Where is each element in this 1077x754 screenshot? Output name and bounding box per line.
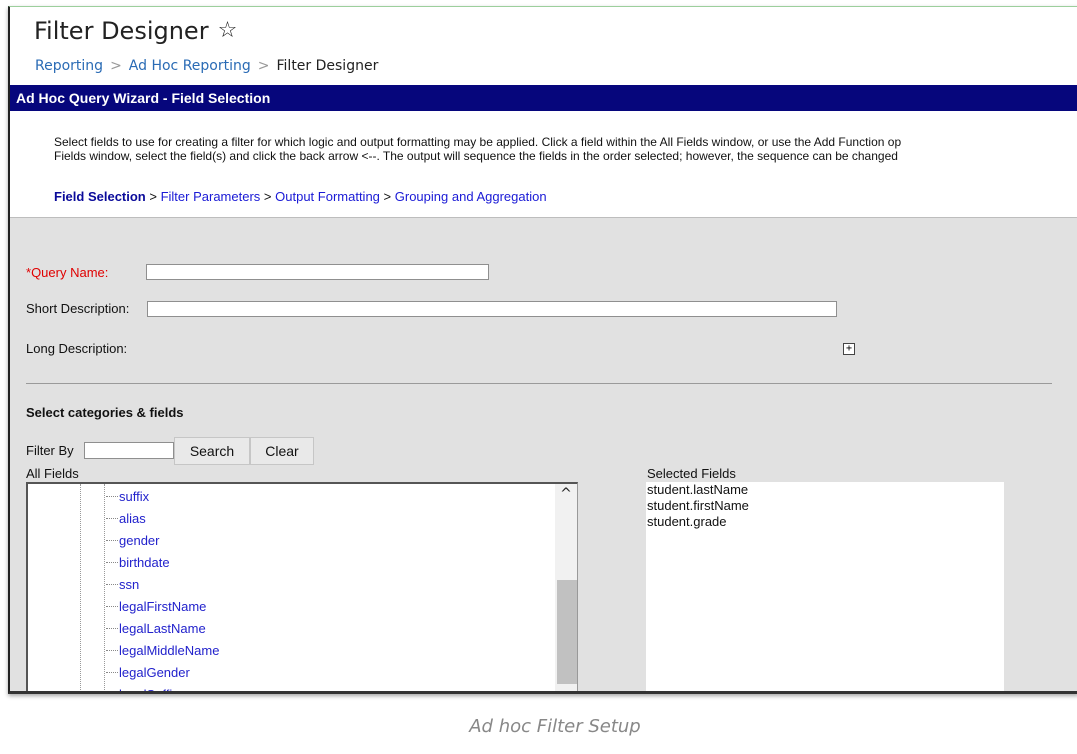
tree-item-label[interactable]: legalGender [119, 665, 190, 680]
page-title: Filter Designer [34, 17, 209, 45]
search-button[interactable]: Search [174, 437, 250, 465]
tree-guide-line [80, 484, 81, 691]
selected-fields-list[interactable]: student.lastName student.firstName stude… [646, 482, 1004, 691]
clear-button[interactable]: Clear [250, 437, 314, 465]
tree-connector [106, 649, 118, 651]
tree-connector [106, 671, 118, 673]
selected-fields-label: Selected Fields [647, 466, 736, 481]
all-fields-tree[interactable]: suffix alias gender birthdate ssn legalF… [26, 482, 578, 695]
tree-item[interactable]: ssn [106, 573, 139, 595]
intro-text: Select fields to use for creating a filt… [54, 135, 901, 163]
tree-item-label[interactable]: legalSuffix [119, 687, 179, 692]
selected-field-item[interactable]: student.lastName [646, 482, 1004, 498]
selected-field-item[interactable]: student.grade [646, 514, 1004, 530]
query-name-input[interactable] [146, 264, 489, 280]
selected-field-item[interactable]: student.firstName [646, 498, 1004, 514]
long-description-label: Long Description: [26, 341, 128, 356]
all-fields-label: All Fields [26, 466, 79, 481]
tree-item-label[interactable]: legalFirstName [119, 599, 206, 614]
step-separator: > [149, 189, 157, 204]
short-description-input[interactable] [147, 301, 837, 317]
expand-plus-icon[interactable]: + [843, 343, 855, 355]
tree-item-label[interactable]: birthdate [119, 555, 170, 570]
tree-item-label[interactable]: legalMiddleName [119, 643, 219, 658]
image-caption: Ad hoc Filter Setup [469, 716, 641, 737]
query-form: *Query Name: Short Description: Long Des… [10, 218, 1077, 695]
tree-item-label[interactable]: legalLastName [119, 621, 206, 636]
step-grouping-aggregation[interactable]: Grouping and Aggregation [395, 189, 547, 204]
query-name-label: *Query Name: [26, 265, 108, 280]
tree-item-label[interactable]: suffix [119, 489, 149, 504]
tree-connector [106, 495, 118, 497]
all-fields-scrollbar[interactable]: ^ [555, 484, 577, 691]
tree-item-label[interactable]: ssn [119, 577, 139, 592]
chevron-right-icon: > [257, 58, 270, 74]
step-separator: > [263, 189, 272, 204]
step-output-formatting[interactable]: Output Formatting [275, 189, 380, 204]
tree-item[interactable]: legalFirstName [106, 595, 206, 617]
page-header: Filter Designer ☆ Reporting > Ad Hoc Repor… [10, 7, 1077, 85]
tree-item[interactable]: gender [106, 529, 159, 551]
chevron-right-icon: > [110, 58, 122, 74]
filter-by-label: Filter By [26, 443, 74, 458]
intro-line-2: Fields window, select the field(s) and c… [54, 149, 898, 163]
tree-connector [106, 583, 118, 585]
breadcrumb-ad-hoc-reporting[interactable]: Ad Hoc Reporting [129, 58, 251, 74]
wizard-title-bar: Ad Hoc Query Wizard - Field Selection [10, 85, 1077, 111]
chevron-up-icon[interactable]: ^ [555, 486, 577, 502]
divider [26, 383, 1052, 384]
tree-connector [106, 605, 118, 607]
tree-item[interactable]: legalMiddleName [106, 639, 219, 661]
tree-item[interactable]: legalLastName [106, 617, 206, 639]
breadcrumb: Reporting > Ad Hoc Reporting > Filter Design… [35, 58, 378, 74]
tree-connector [106, 694, 118, 695]
tree-item-label[interactable]: alias [119, 511, 146, 526]
tree-item-label[interactable]: gender [119, 533, 159, 548]
section-title: Select categories & fields [26, 405, 184, 420]
page-title-row: Filter Designer ☆ [34, 17, 237, 45]
tree-item[interactable]: alias [106, 507, 146, 529]
wizard-steps: Field Selection > Filter Parameters > Ou… [54, 189, 547, 204]
tree-connector [106, 561, 118, 563]
short-description-label: Short Description: [26, 301, 130, 316]
breadcrumb-current: Filter Designer [276, 58, 379, 74]
wizard-intro: Select fields to use for creating a filt… [10, 111, 1077, 218]
tree-item[interactable]: suffix [106, 485, 149, 507]
query-name-label-text: Query Name: [31, 265, 109, 280]
tree-item[interactable]: legalSuffix [106, 683, 179, 695]
tree-connector [106, 627, 118, 629]
tree-item[interactable]: legalGender [106, 661, 190, 683]
step-field-selection[interactable]: Field Selection [54, 189, 146, 204]
screenshot-frame: Filter Designer ☆ Reporting > Ad Hoc Repor… [8, 6, 1077, 694]
tree-item[interactable]: birthdate [106, 551, 170, 573]
step-separator: > [383, 189, 392, 204]
tree-guide-line [104, 484, 105, 691]
scrollbar-thumb[interactable] [557, 580, 577, 684]
tree-connector [106, 517, 118, 519]
filter-by-input[interactable] [84, 442, 174, 459]
breadcrumb-reporting[interactable]: Reporting [35, 58, 103, 74]
intro-line-1: Select fields to use for creating a filt… [54, 135, 902, 149]
tree-connector [106, 539, 118, 541]
star-icon[interactable]: ☆ [218, 20, 238, 42]
step-filter-parameters[interactable]: Filter Parameters [161, 189, 261, 204]
